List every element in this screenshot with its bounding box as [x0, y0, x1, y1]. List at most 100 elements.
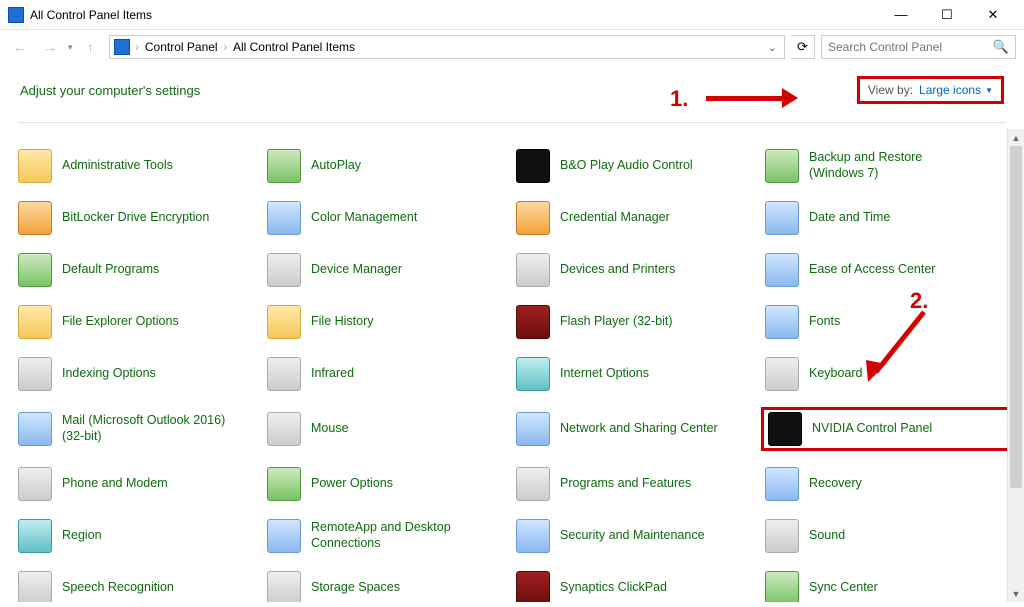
- control-panel-item[interactable]: BitLocker Drive Encryption: [14, 199, 263, 237]
- control-panel-item[interactable]: Region: [14, 517, 263, 555]
- control-panel-item[interactable]: Devices and Printers: [512, 251, 761, 289]
- item-icon: [267, 412, 301, 446]
- view-by-value[interactable]: Large icons ▼: [919, 83, 993, 97]
- control-panel-item[interactable]: Security and Maintenance: [512, 517, 761, 555]
- window-title: All Control Panel Items: [30, 8, 878, 22]
- item-label: NVIDIA Control Panel: [812, 421, 932, 437]
- search-box[interactable]: 🔍: [821, 35, 1016, 59]
- forward-button[interactable]: →: [38, 35, 62, 59]
- scroll-down-button[interactable]: ▼: [1008, 585, 1024, 602]
- control-panel-item[interactable]: Flash Player (32-bit): [512, 303, 761, 341]
- control-panel-item[interactable]: Sync Center: [761, 569, 1010, 602]
- scroll-track[interactable]: [1008, 146, 1024, 585]
- item-label: Default Programs: [62, 262, 159, 278]
- control-panel-item[interactable]: Phone and Modem: [14, 465, 263, 503]
- history-dropdown[interactable]: ▾: [68, 42, 73, 53]
- minimize-button[interactable]: —: [878, 0, 924, 30]
- item-label: Indexing Options: [62, 366, 156, 382]
- chevron-right-icon: ›: [222, 42, 229, 53]
- item-icon: [18, 467, 52, 501]
- item-icon: [516, 519, 550, 553]
- item-label: RemoteApp and Desktop Connections: [311, 520, 481, 551]
- control-panel-item[interactable]: Administrative Tools: [14, 147, 263, 185]
- item-icon: [18, 201, 52, 235]
- control-panel-item[interactable]: Recovery: [761, 465, 1010, 503]
- control-panel-item[interactable]: Backup and Restore (Windows 7): [761, 147, 1010, 185]
- item-label: Programs and Features: [560, 476, 691, 492]
- item-label: Mouse: [311, 421, 349, 437]
- item-icon: [516, 201, 550, 235]
- control-panel-item[interactable]: Color Management: [263, 199, 512, 237]
- address-dropdown[interactable]: ⌄: [765, 41, 780, 54]
- item-icon: [267, 571, 301, 602]
- control-panel-item[interactable]: Indexing Options: [14, 355, 263, 393]
- scroll-thumb[interactable]: [1010, 146, 1022, 488]
- item-label: Date and Time: [809, 210, 890, 226]
- item-icon: [18, 412, 52, 446]
- title-bar: All Control Panel Items — ☐ ✕: [0, 0, 1024, 30]
- breadcrumb-root[interactable]: Control Panel: [145, 40, 218, 54]
- control-panel-item[interactable]: Internet Options: [512, 355, 761, 393]
- item-label: Sync Center: [809, 580, 878, 596]
- item-icon: [516, 149, 550, 183]
- control-panel-item[interactable]: Date and Time: [761, 199, 1010, 237]
- control-panel-item[interactable]: Ease of Access Center: [761, 251, 1010, 289]
- control-panel-item[interactable]: Synaptics ClickPad: [512, 569, 761, 602]
- item-label: File History: [311, 314, 374, 330]
- control-panel-item[interactable]: Device Manager: [263, 251, 512, 289]
- control-panel-item[interactable]: Storage Spaces: [263, 569, 512, 602]
- control-panel-item[interactable]: Power Options: [263, 465, 512, 503]
- control-panel-item[interactable]: RemoteApp and Desktop Connections: [263, 517, 512, 555]
- scroll-up-button[interactable]: ▲: [1008, 129, 1024, 146]
- item-label: Security and Maintenance: [560, 528, 705, 544]
- address-bar[interactable]: › Control Panel › All Control Panel Item…: [109, 35, 785, 59]
- item-icon: [516, 467, 550, 501]
- breadcrumb-current[interactable]: All Control Panel Items: [233, 40, 355, 54]
- view-by-selector[interactable]: View by: Large icons ▼: [857, 76, 1004, 104]
- control-panel-item[interactable]: Credential Manager: [512, 199, 761, 237]
- control-panel-item[interactable]: Mail (Microsoft Outlook 2016) (32-bit): [14, 407, 263, 451]
- item-icon: [18, 253, 52, 287]
- item-label: BitLocker Drive Encryption: [62, 210, 209, 226]
- maximize-button[interactable]: ☐: [924, 0, 970, 30]
- item-icon: [516, 571, 550, 602]
- item-icon: [267, 305, 301, 339]
- navigation-bar: ← → ▾ ↑ › Control Panel › All Control Pa…: [0, 30, 1024, 64]
- control-panel-item[interactable]: Mouse: [263, 407, 512, 451]
- item-label: Color Management: [311, 210, 417, 226]
- item-label: Recovery: [809, 476, 862, 492]
- control-panel-item[interactable]: Network and Sharing Center: [512, 407, 761, 451]
- close-button[interactable]: ✕: [970, 0, 1016, 30]
- scrollbar[interactable]: ▲ ▼: [1007, 129, 1024, 602]
- control-panel-icon: [8, 7, 24, 23]
- control-panel-item[interactable]: NVIDIA Control Panel: [761, 407, 1010, 451]
- refresh-button[interactable]: ⟳: [791, 35, 815, 59]
- control-panel-item[interactable]: File History: [263, 303, 512, 341]
- item-icon: [765, 149, 799, 183]
- up-button[interactable]: ↑: [79, 35, 103, 59]
- control-panel-item[interactable]: B&O Play Audio Control: [512, 147, 761, 185]
- search-icon: 🔍: [993, 39, 1009, 55]
- control-panel-item[interactable]: Default Programs: [14, 251, 263, 289]
- control-panel-item[interactable]: Keyboard: [761, 355, 1010, 393]
- control-panel-item[interactable]: Speech Recognition: [14, 569, 263, 602]
- control-panel-item[interactable]: Sound: [761, 517, 1010, 555]
- chevron-down-icon: ▼: [985, 86, 993, 95]
- item-label: File Explorer Options: [62, 314, 179, 330]
- control-panel-item[interactable]: Infrared: [263, 355, 512, 393]
- search-input[interactable]: [828, 40, 993, 54]
- control-panel-item[interactable]: AutoPlay: [263, 147, 512, 185]
- control-panel-item[interactable]: Fonts: [761, 303, 1010, 341]
- item-icon: [516, 357, 550, 391]
- control-panel-item[interactable]: Programs and Features: [512, 465, 761, 503]
- item-icon: [765, 571, 799, 602]
- item-label: Credential Manager: [560, 210, 670, 226]
- item-label: Infrared: [311, 366, 354, 382]
- item-label: AutoPlay: [311, 158, 361, 174]
- item-label: Network and Sharing Center: [560, 421, 718, 437]
- back-button[interactable]: ←: [8, 35, 32, 59]
- item-label: Internet Options: [560, 366, 649, 382]
- control-panel-item[interactable]: File Explorer Options: [14, 303, 263, 341]
- item-label: Mail (Microsoft Outlook 2016) (32-bit): [62, 413, 232, 444]
- item-icon: [516, 253, 550, 287]
